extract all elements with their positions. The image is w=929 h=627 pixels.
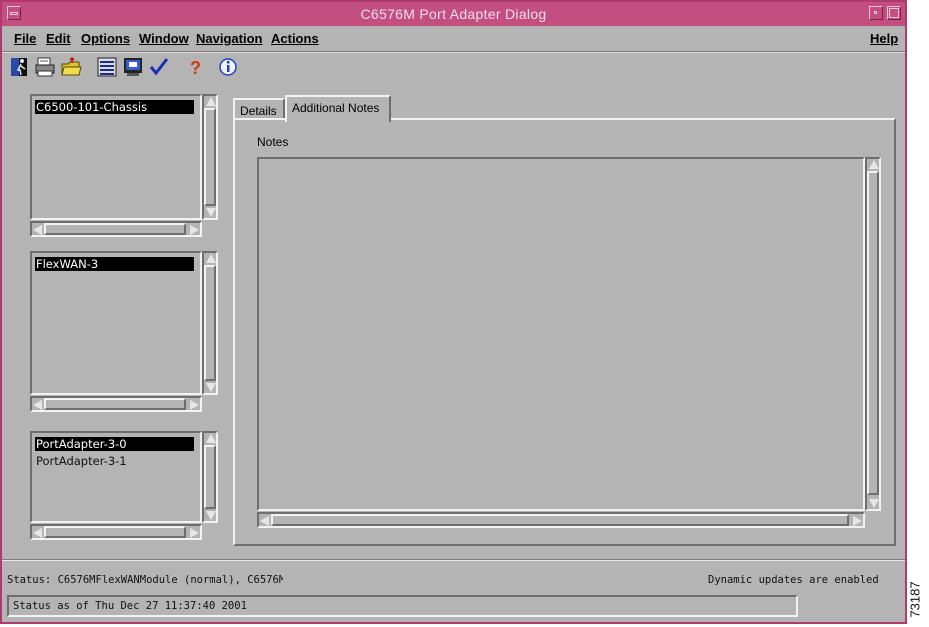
adapter-list-area[interactable]: PortAdapter-3-0 PortAdapter-3-1 — [30, 431, 202, 523]
scroll-right-icon[interactable] — [190, 528, 199, 538]
menu-window-label: Window — [139, 31, 189, 46]
tab-details-label: Details — [240, 104, 277, 118]
menu-file-label: File — [14, 31, 37, 46]
print-button[interactable] — [34, 56, 56, 78]
scroll-down-icon[interactable] — [206, 208, 216, 217]
list-item[interactable]: FlexWAN-3 — [35, 257, 194, 271]
check-icon — [149, 58, 169, 76]
list-item[interactable]: PortAdapter-3-0 — [35, 437, 194, 451]
status-separator — [2, 559, 905, 561]
menu-edit[interactable]: Edit — [46, 31, 71, 46]
menu-actions-label: Actions — [271, 31, 319, 46]
display-icon — [124, 58, 142, 76]
menu-navigation-label: Navigation — [196, 31, 263, 46]
scroll-thumb[interactable] — [204, 265, 216, 381]
chassis-vscrollbar[interactable] — [202, 94, 218, 220]
scroll-up-icon[interactable] — [869, 160, 879, 169]
port-adapter-dialog-window: C6576M Port Adapter Dialog File Edit Opt… — [0, 0, 907, 624]
menu-bar: File Edit Options Window Navigation Acti… — [2, 26, 905, 52]
info-button[interactable] — [217, 56, 239, 78]
module-list: FlexWAN-3 — [30, 251, 218, 413]
adapter-list: PortAdapter-3-0 PortAdapter-3-1 — [30, 431, 218, 541]
figure-number-text: 73187 — [907, 581, 923, 618]
maximize-icon — [889, 8, 899, 18]
scroll-thumb[interactable] — [271, 514, 849, 526]
scroll-thumb[interactable] — [204, 445, 216, 509]
help-icon: ? — [190, 58, 201, 78]
status-line: Status: C6576MFlexWANModule (normal), C6… — [7, 574, 283, 586]
open-button[interactable] — [60, 56, 82, 78]
svg-text:?: ? — [190, 58, 201, 78]
scroll-right-icon[interactable] — [853, 516, 862, 526]
scroll-left-icon[interactable] — [33, 225, 42, 235]
list-item[interactable]: C6500-101-Chassis — [35, 100, 194, 114]
figure-number: 73187 — [907, 578, 929, 623]
exit-icon — [11, 58, 27, 76]
adapter-hscrollbar[interactable] — [30, 524, 202, 540]
menu-options-label: Options — [81, 31, 131, 46]
menu-help[interactable]: Help — [870, 31, 898, 46]
info-icon — [219, 58, 237, 76]
print-icon — [35, 57, 55, 77]
scroll-left-icon[interactable] — [33, 400, 42, 410]
menu-navigation[interactable]: Navigation — [196, 31, 262, 46]
scroll-thumb[interactable] — [44, 526, 186, 538]
list-icon — [97, 57, 117, 77]
scroll-down-icon[interactable] — [206, 383, 216, 392]
scroll-left-icon[interactable] — [260, 516, 269, 526]
minimize-icon — [874, 11, 877, 14]
menu-edit-label: Edit — [46, 31, 71, 46]
list-item[interactable]: PortAdapter-3-1 — [35, 454, 194, 468]
chassis-list: C6500-101-Chassis — [30, 94, 218, 238]
module-hscrollbar[interactable] — [30, 396, 202, 412]
notes-hscrollbar[interactable] — [257, 512, 865, 528]
chassis-hscrollbar[interactable] — [30, 221, 202, 237]
notes-textarea[interactable] — [257, 157, 865, 511]
scroll-thumb[interactable] — [204, 108, 216, 206]
menu-window[interactable]: Window — [139, 31, 189, 46]
scroll-thumb[interactable] — [44, 223, 186, 235]
notes-vscrollbar[interactable] — [865, 157, 881, 511]
status-timestamp: Status as of Thu Dec 27 11:37:40 2001 — [13, 600, 247, 612]
menu-options[interactable]: Options — [81, 31, 130, 46]
scroll-thumb[interactable] — [867, 171, 879, 495]
updates-status: Dynamic updates are enabled — [708, 574, 879, 586]
title-bar[interactable]: C6576M Port Adapter Dialog — [2, 2, 905, 27]
chassis-list-area[interactable]: C6500-101-Chassis — [30, 94, 202, 220]
tab-panel: Notes — [233, 118, 896, 546]
scroll-up-icon[interactable] — [206, 97, 216, 106]
module-vscrollbar[interactable] — [202, 251, 218, 395]
exit-button[interactable] — [8, 56, 30, 78]
tab-details[interactable]: Details — [233, 98, 285, 120]
minimize-button[interactable] — [869, 6, 883, 20]
scroll-right-icon[interactable] — [190, 400, 199, 410]
module-list-area[interactable]: FlexWAN-3 — [30, 251, 202, 395]
menu-help-label: Help — [870, 31, 899, 46]
scroll-right-icon[interactable] — [190, 225, 199, 235]
toolbar: ? — [2, 54, 905, 84]
scroll-down-icon[interactable] — [869, 499, 879, 508]
menu-actions[interactable]: Actions — [271, 31, 319, 46]
menu-file[interactable]: File — [14, 31, 36, 46]
scroll-thumb[interactable] — [44, 398, 186, 410]
help-button[interactable]: ? — [184, 56, 206, 78]
window-title: C6576M Port Adapter Dialog — [360, 6, 547, 22]
maximize-button[interactable] — [887, 6, 901, 20]
notes-label: Notes — [257, 135, 289, 149]
status-timestamp-field: Status as of Thu Dec 27 11:37:40 2001 — [7, 595, 798, 617]
scroll-up-icon[interactable] — [206, 254, 216, 263]
open-folder-icon — [61, 56, 82, 76]
scroll-down-icon[interactable] — [206, 511, 216, 520]
scroll-left-icon[interactable] — [33, 528, 42, 538]
tab-additional-notes[interactable]: Additional Notes — [285, 95, 391, 122]
tab-additional-notes-label: Additional Notes — [292, 101, 380, 115]
display-button[interactable] — [122, 56, 144, 78]
list-view-button[interactable] — [96, 56, 118, 78]
validate-button[interactable] — [148, 56, 170, 78]
scroll-up-icon[interactable] — [206, 434, 216, 443]
adapter-vscrollbar[interactable] — [202, 431, 218, 523]
